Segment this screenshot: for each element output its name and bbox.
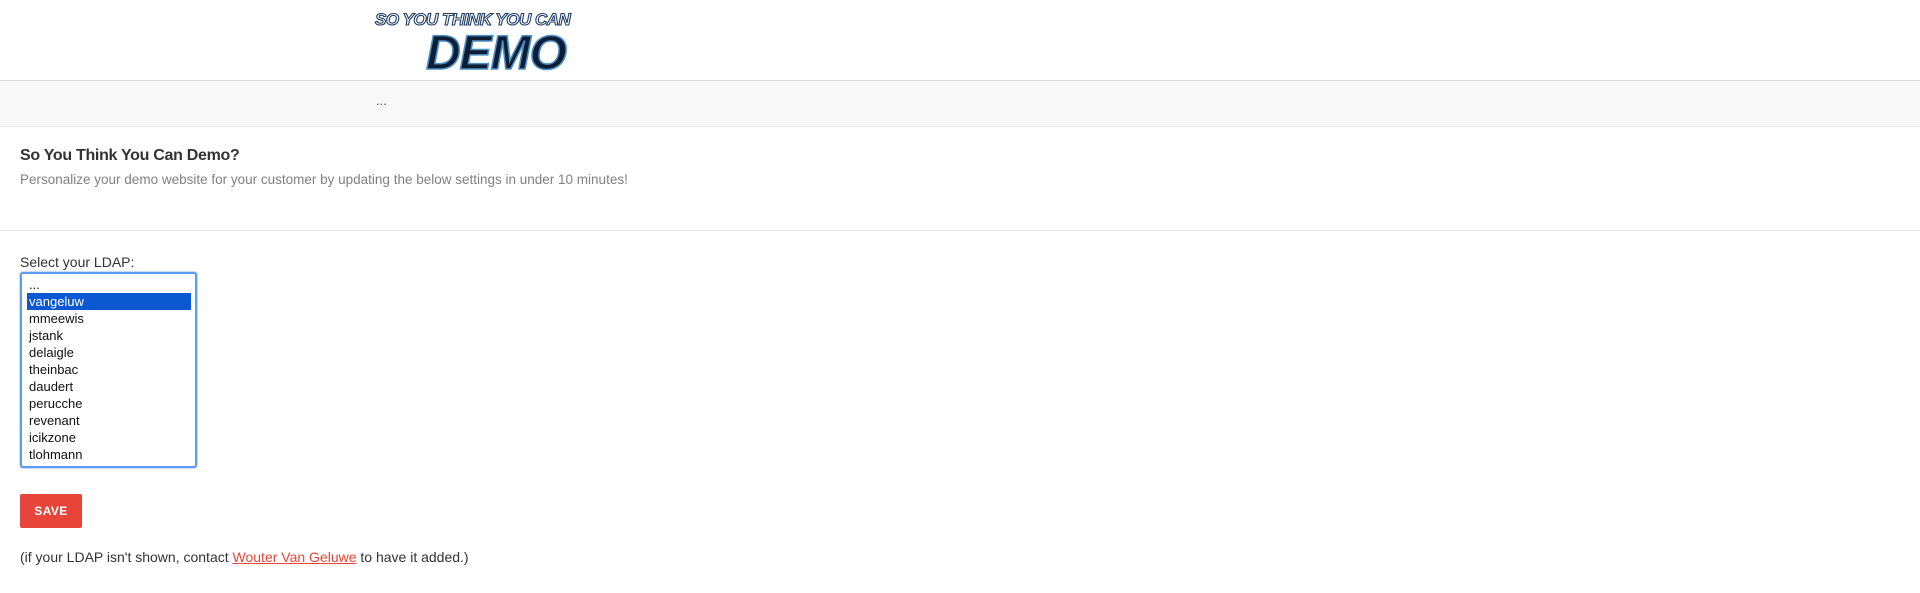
- ldap-option[interactable]: ccolinas: [27, 463, 191, 466]
- site-header: SO YOU THINK YOU CAN DEMO: [0, 0, 1920, 81]
- logo-wordmark: DEMO: [426, 27, 567, 74]
- ldap-option[interactable]: tlohmann: [27, 446, 191, 463]
- ldap-option[interactable]: revenant: [27, 412, 191, 429]
- ldap-option[interactable]: mmeewis: [27, 310, 191, 327]
- top-navbar: ...: [0, 81, 1920, 127]
- ldap-option[interactable]: delaigle: [27, 344, 191, 361]
- ldap-option[interactable]: theinbac: [27, 361, 191, 378]
- ldap-option[interactable]: icikzone: [27, 429, 191, 446]
- page-subtitle: Personalize your demo website for your c…: [20, 172, 628, 187]
- page-title: So You Think You Can Demo?: [20, 147, 240, 164]
- footnote-prefix: (if your LDAP isn't shown, contact: [20, 549, 233, 565]
- ldap-option[interactable]: jstank: [27, 327, 191, 344]
- ldap-option[interactable]: vangeluw: [27, 293, 191, 310]
- ldap-option[interactable]: ...: [27, 276, 191, 293]
- save-button[interactable]: SAVE: [20, 494, 82, 528]
- ldap-option[interactable]: daudert: [27, 378, 191, 395]
- help-footnote: (if your LDAP isn't shown, contact Woute…: [20, 549, 469, 565]
- intro-section: So You Think You Can Demo? Personalize y…: [0, 127, 1920, 231]
- site-logo[interactable]: SO YOU THINK YOU CAN DEMO: [372, 4, 596, 74]
- footnote-suffix: to have it added.): [356, 549, 469, 565]
- ldap-option[interactable]: perucche: [27, 395, 191, 412]
- ldap-listbox[interactable]: ... vangeluw mmeewis jstank delaigle theinbac…: [20, 272, 197, 468]
- nav-menu-item[interactable]: ...: [376, 93, 387, 108]
- contact-link[interactable]: Wouter Van Geluwe: [233, 549, 357, 565]
- ldap-select-label: Select your LDAP:: [20, 254, 135, 270]
